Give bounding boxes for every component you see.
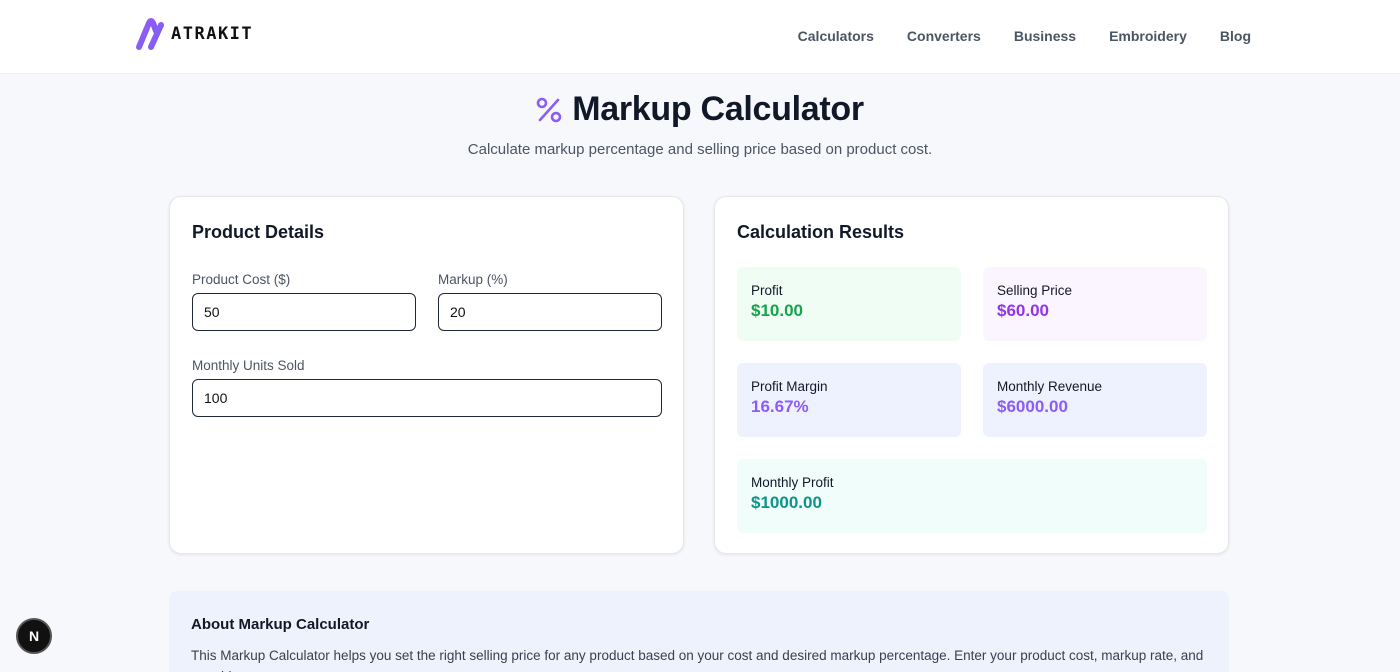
calculation-results-card: Calculation Results Profit $10.00 Sellin… bbox=[714, 196, 1229, 554]
logo-mark-icon bbox=[136, 18, 164, 50]
nav-embroidery[interactable]: Embroidery bbox=[1109, 28, 1187, 44]
result-label: Monthly Profit bbox=[751, 475, 834, 490]
result-label: Monthly Revenue bbox=[997, 379, 1103, 394]
monthly-units-label: Monthly Units Sold bbox=[192, 358, 305, 373]
nav-converters[interactable]: Converters bbox=[907, 28, 981, 44]
nav-business[interactable]: Business bbox=[1014, 28, 1076, 44]
result-value: $10.00 bbox=[751, 301, 803, 320]
page-heading: Markup Calculator bbox=[0, 90, 1400, 129]
result-value: $60.00 bbox=[997, 301, 1049, 320]
result-value: 16.67% bbox=[751, 397, 809, 416]
profit-margin-result: Profit Margin 16.67% bbox=[737, 363, 961, 437]
result-label: Profit Margin bbox=[751, 379, 828, 394]
product-cost-label: Product Cost ($) bbox=[192, 272, 291, 287]
logo[interactable]: ATRAKIT bbox=[135, 17, 253, 51]
markup-input[interactable] bbox=[438, 293, 662, 331]
next-dev-indicator-button[interactable]: N bbox=[16, 618, 52, 654]
result-value: $1000.00 bbox=[751, 493, 822, 512]
page-subtitle: Calculate markup percentage and selling … bbox=[467, 141, 933, 158]
main-nav: Calculators Converters Business Embroide… bbox=[798, 28, 1251, 44]
result-value: $6000.00 bbox=[997, 397, 1068, 416]
product-details-card: Product Details Product Cost ($) Markup … bbox=[169, 196, 684, 554]
markup-label: Markup (%) bbox=[438, 272, 508, 287]
site-header: ATRAKIT Calculators Converters Business … bbox=[0, 0, 1400, 74]
monthly-profit-result: Monthly Profit $1000.00 bbox=[737, 459, 1207, 533]
results-title: Calculation Results bbox=[737, 222, 905, 242]
product-cost-input[interactable] bbox=[192, 293, 416, 331]
selling-price-result: Selling Price $60.00 bbox=[983, 267, 1207, 341]
profit-result: Profit $10.00 bbox=[737, 267, 961, 341]
nav-blog[interactable]: Blog bbox=[1220, 28, 1251, 44]
percent-icon bbox=[536, 97, 562, 122]
about-text: This Markup Calculator helps you set the… bbox=[191, 648, 1204, 672]
monthly-units-input[interactable] bbox=[192, 379, 662, 417]
page-title: Markup Calculator bbox=[572, 90, 864, 128]
monthly-revenue-result: Monthly Revenue $6000.00 bbox=[983, 363, 1207, 437]
result-label: Selling Price bbox=[997, 283, 1073, 298]
nav-calculators[interactable]: Calculators bbox=[798, 28, 874, 44]
about-title: About Markup Calculator bbox=[191, 616, 370, 633]
about-section: About Markup Calculator This Markup Calc… bbox=[169, 591, 1229, 672]
product-details-title: Product Details bbox=[192, 222, 325, 242]
logo-text: ATRAKIT bbox=[171, 24, 254, 44]
result-label: Profit bbox=[751, 283, 783, 298]
